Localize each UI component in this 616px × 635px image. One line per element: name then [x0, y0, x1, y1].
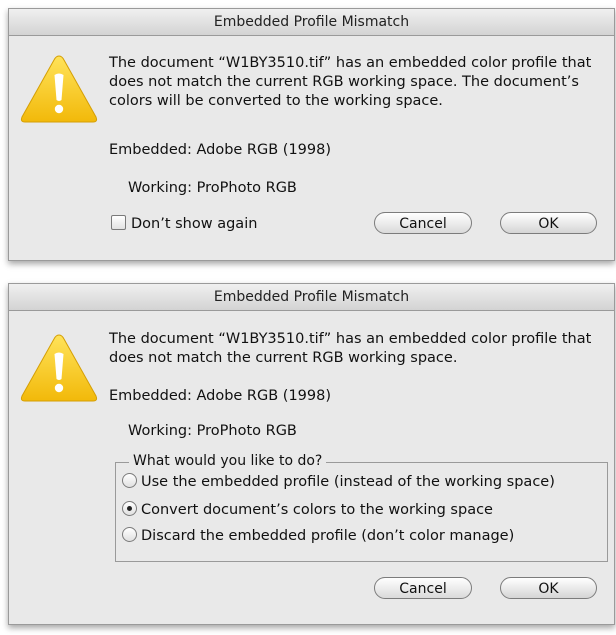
- radio-button[interactable]: [122, 527, 137, 542]
- working-profile-row: Working: ProPhoto RGB: [128, 179, 297, 198]
- dialog-title: Embedded Profile Mismatch: [9, 9, 614, 36]
- embedded-profile-row: Embedded: Adobe RGB (1998): [109, 141, 331, 160]
- option-label: Discard the embedded profile (don’t colo…: [141, 528, 515, 544]
- option-discard-profile[interactable]: Discard the embedded profile (don’t colo…: [122, 527, 514, 546]
- option-label: Convert document’s colors to the working…: [141, 502, 493, 518]
- dialog-message: The document “W1BY3510.tif” has an embed…: [109, 55, 592, 109]
- working-profile-row: Working: ProPhoto RGB: [128, 422, 297, 441]
- radio-button-selected[interactable]: [122, 501, 137, 516]
- dont-show-again-checkbox[interactable]: Don’t show again: [111, 215, 257, 234]
- working-label: Working:: [128, 180, 193, 196]
- dialog-message: The document “W1BY3510.tif” has an embed…: [109, 331, 592, 366]
- cancel-button[interactable]: Cancel: [374, 212, 472, 234]
- checkbox-box[interactable]: [111, 215, 126, 230]
- profile-mismatch-dialog-simple: Embedded Profile Mismatch The document “…: [8, 8, 615, 261]
- option-label: Use the embedded profile (instead of the…: [141, 474, 555, 490]
- ok-button[interactable]: OK: [500, 212, 597, 234]
- working-value: ProPhoto RGB: [196, 423, 297, 439]
- profile-mismatch-dialog-options: Embedded Profile Mismatch The document “…: [8, 283, 615, 625]
- cancel-button[interactable]: Cancel: [374, 577, 472, 599]
- option-use-embedded[interactable]: Use the embedded profile (instead of the…: [122, 473, 555, 492]
- embedded-value: Adobe RGB (1998): [196, 388, 332, 404]
- radio-button[interactable]: [122, 473, 137, 488]
- embedded-label: Embedded:: [109, 388, 192, 404]
- working-label: Working:: [128, 423, 193, 439]
- checkbox-label: Don’t show again: [131, 216, 258, 232]
- embedded-profile-row: Embedded: Adobe RGB (1998): [109, 387, 331, 406]
- ok-button[interactable]: OK: [500, 577, 597, 599]
- embedded-value: Adobe RGB (1998): [196, 142, 332, 158]
- warning-icon: [19, 53, 99, 129]
- group-legend: What would you like to do?: [129, 452, 327, 471]
- warning-icon: [19, 332, 99, 408]
- dialog-title: Embedded Profile Mismatch: [9, 284, 614, 311]
- working-value: ProPhoto RGB: [196, 180, 297, 196]
- embedded-label: Embedded:: [109, 142, 192, 158]
- option-convert-colors[interactable]: Convert document’s colors to the working…: [122, 501, 493, 520]
- action-options-group: What would you like to do? Use the embed…: [115, 452, 608, 562]
